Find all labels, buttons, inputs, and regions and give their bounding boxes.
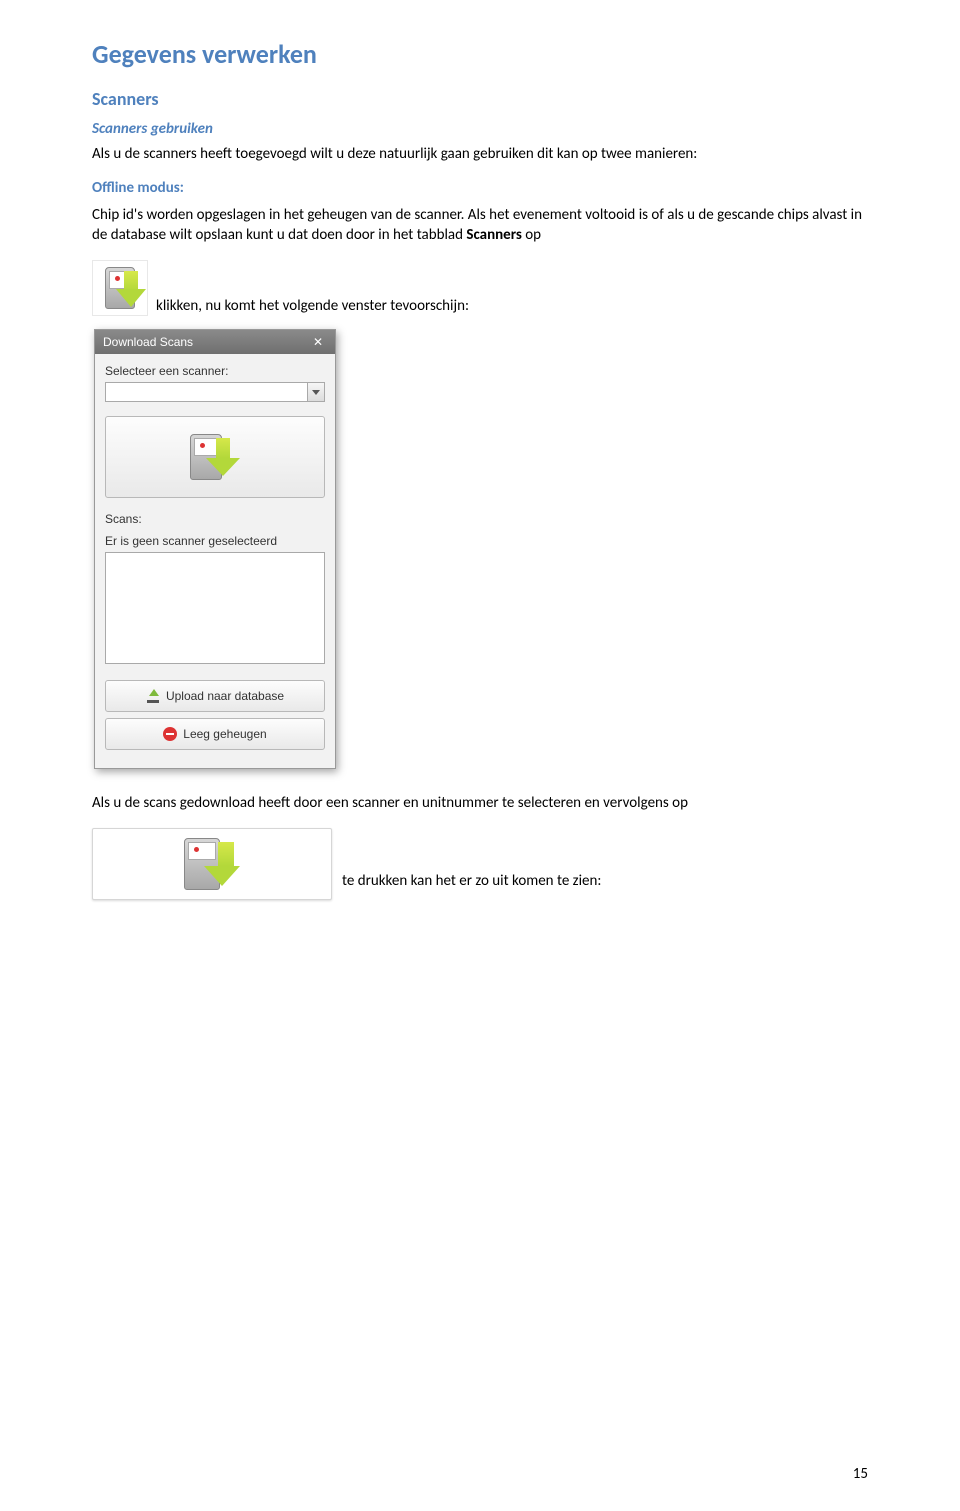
download-button-large[interactable] — [92, 828, 332, 900]
subsection-heading-gebruiken: Scanners gebruiken — [92, 120, 868, 138]
upload-icon — [146, 689, 160, 703]
scanner-select-input[interactable] — [105, 382, 307, 402]
scans-label: Scans: — [105, 512, 325, 526]
download-arrow-icon — [220, 842, 240, 886]
no-scanner-message: Er is geen scanner geselecteerd — [105, 534, 325, 548]
page-title: Gegevens verwerken — [92, 38, 868, 70]
intro-paragraph: Als u de scanners heeft toegevoegd wilt … — [92, 144, 868, 165]
upload-button-label: Upload naar database — [166, 689, 284, 703]
chip-paragraph: Chip id's worden opgeslagen in het geheu… — [92, 205, 868, 246]
scanner-select[interactable] — [105, 382, 325, 402]
download-scans-icon — [92, 260, 148, 316]
chip-paragraph-text-after: op — [522, 226, 541, 244]
clear-button-label: Leeg geheugen — [183, 727, 266, 741]
close-icon[interactable]: ✕ — [309, 334, 327, 350]
after-big-button-text: te drukken kan het er zo uit komen te zi… — [342, 872, 601, 900]
after-dialog-paragraph: Als u de scans gedownload heeft door een… — [92, 793, 868, 814]
offline-modus-heading: Offline modus: — [92, 179, 868, 197]
clear-memory-button[interactable]: Leeg geheugen — [105, 718, 325, 750]
scanners-tab-reference: Scanners — [466, 226, 521, 244]
download-scans-dialog: Download Scans ✕ Selecteer een scanner: … — [94, 329, 336, 769]
chevron-down-icon[interactable] — [307, 382, 325, 402]
page-number: 15 — [853, 1465, 868, 1483]
click-icon-line: klikken, nu komt het volgende venster te… — [92, 260, 868, 321]
after-icon-text: klikken, nu komt het volgende venster te… — [156, 297, 469, 321]
download-arrow-icon — [216, 438, 240, 476]
dialog-titlebar: Download Scans ✕ — [95, 330, 335, 354]
clear-icon — [163, 727, 177, 741]
section-heading-scanners: Scanners — [92, 88, 868, 110]
upload-database-button[interactable]: Upload naar database — [105, 680, 325, 712]
download-button[interactable] — [105, 416, 325, 498]
scans-list — [105, 552, 325, 664]
dialog-title-text: Download Scans — [103, 335, 193, 349]
select-scanner-label: Selecteer een scanner: — [105, 364, 325, 378]
